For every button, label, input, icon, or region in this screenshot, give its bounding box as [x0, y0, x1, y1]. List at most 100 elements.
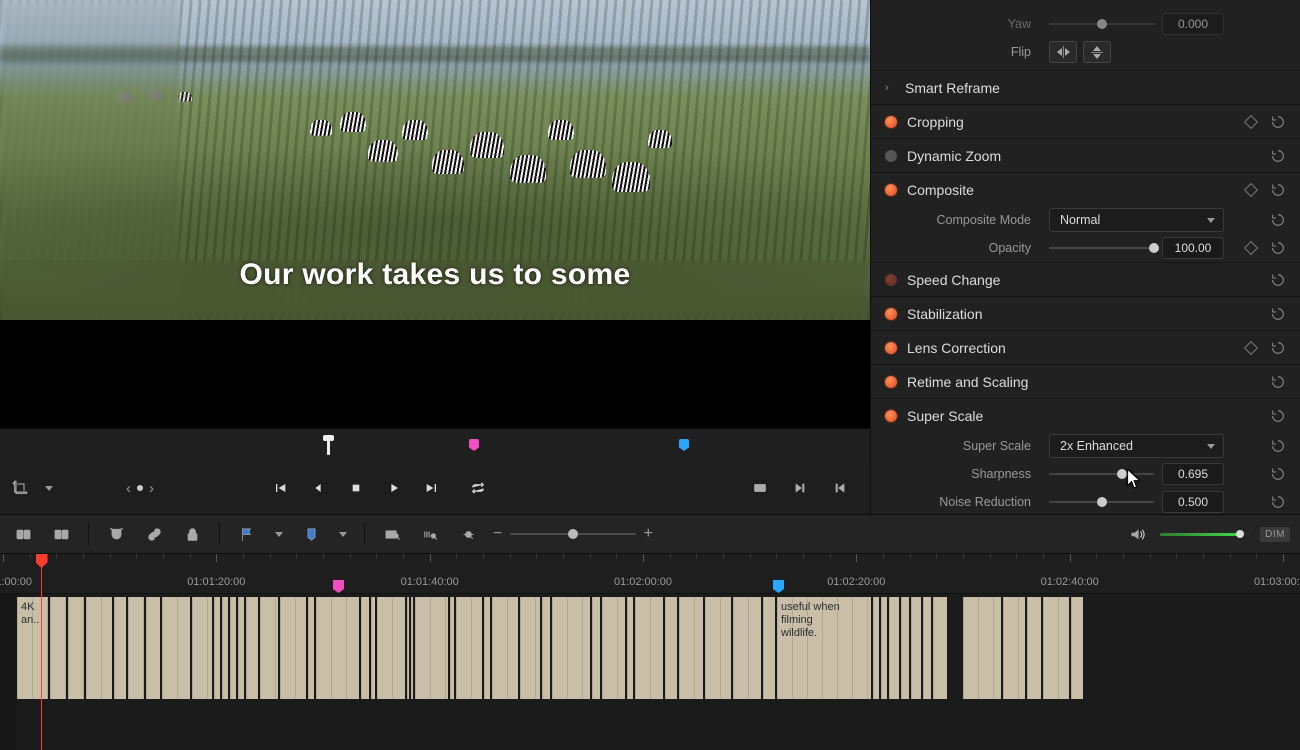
marker-blue[interactable] [679, 439, 689, 451]
clip[interactable] [455, 596, 483, 700]
noise-reduction-slider[interactable] [1049, 501, 1154, 503]
clip[interactable] [360, 596, 370, 700]
timeline-ruler[interactable]: 01:01:00:0001:01:20:0001:01:40:0001:02:0… [0, 554, 1300, 594]
clip[interactable] [900, 596, 910, 700]
clip[interactable] [519, 596, 541, 700]
dim-badge[interactable]: DIM [1260, 527, 1290, 542]
clip[interactable] [541, 596, 551, 700]
clip[interactable] [664, 596, 678, 700]
super-scale-mode-select[interactable]: 2x Enhanced [1049, 434, 1224, 458]
keyframe-icon[interactable] [1244, 182, 1258, 196]
clip[interactable] [279, 596, 307, 700]
toggle-stabilization[interactable] [885, 308, 897, 320]
step-back-button[interactable] [308, 478, 328, 498]
toggle-super-scale[interactable] [885, 410, 897, 422]
toggle-dynamic-zoom[interactable] [885, 150, 897, 162]
jump-start-button[interactable] [270, 478, 290, 498]
viewer-canvas[interactable]: Our work takes us to some [0, 0, 870, 320]
zoom-out-button[interactable]: − [493, 525, 502, 543]
section-super-scale[interactable]: Super Scale [871, 398, 1300, 432]
playhead-mini-line[interactable] [327, 437, 330, 455]
section-speed-change[interactable]: Speed Change [871, 262, 1300, 296]
clip[interactable] [307, 596, 315, 700]
clip[interactable] [127, 596, 145, 700]
clip[interactable] [634, 596, 664, 700]
toggle-lens-correction[interactable] [885, 342, 897, 354]
section-lens-correction[interactable]: Lens Correction [871, 330, 1300, 364]
clip[interactable] [315, 596, 360, 700]
track-header[interactable] [0, 594, 16, 750]
clip[interactable] [762, 596, 776, 700]
timeline-marker-blue[interactable] [773, 580, 784, 593]
playhead[interactable] [41, 554, 42, 750]
clip[interactable] [601, 596, 626, 700]
section-dynamic-zoom[interactable]: Dynamic Zoom [871, 138, 1300, 172]
reset-icon[interactable] [1270, 466, 1286, 482]
zoom-custom-button[interactable] [455, 521, 481, 547]
clip[interactable] [259, 596, 279, 700]
clip[interactable] [910, 596, 922, 700]
reset-icon[interactable] [1270, 212, 1286, 228]
clip[interactable] [880, 596, 888, 700]
clip[interactable] [145, 596, 161, 700]
stop-button[interactable] [346, 478, 366, 498]
reset-icon[interactable] [1270, 306, 1286, 322]
clip[interactable] [49, 596, 67, 700]
clip[interactable] [213, 596, 221, 700]
section-stabilization[interactable]: Stabilization [871, 296, 1300, 330]
clip[interactable] [551, 596, 591, 700]
timeline-tracks[interactable]: 4K an..useful when filming wildlife. [0, 594, 1300, 750]
sharpness-slider[interactable] [1049, 473, 1154, 475]
clip[interactable] [1070, 596, 1084, 700]
clip[interactable] [191, 596, 213, 700]
clip[interactable] [229, 596, 237, 700]
clip[interactable] [85, 596, 113, 700]
opacity-value[interactable]: 100.00 [1162, 237, 1224, 259]
clip[interactable] [245, 596, 259, 700]
zoom-detail-button[interactable] [417, 521, 443, 547]
clip[interactable] [1026, 596, 1042, 700]
toggle-cropping[interactable] [885, 116, 897, 128]
clip[interactable] [237, 596, 245, 700]
prev-clip-button[interactable] [828, 476, 852, 500]
keyframe-icon[interactable] [1244, 114, 1258, 128]
clip[interactable] [161, 596, 191, 700]
clip[interactable] [376, 596, 406, 700]
flag-button[interactable] [234, 521, 260, 547]
keyframe-icon[interactable] [1244, 241, 1258, 255]
clip[interactable]: useful when filming wildlife. [776, 596, 872, 700]
loop-button[interactable] [468, 478, 488, 498]
nav-dots[interactable]: ‹ › [126, 480, 154, 497]
toggle-retime-scaling[interactable] [885, 376, 897, 388]
clip[interactable] [678, 596, 704, 700]
flip-horizontal-button[interactable] [1049, 41, 1077, 63]
reset-icon[interactable] [1270, 272, 1286, 288]
section-smart-reframe[interactable]: › Smart Reframe [871, 70, 1300, 104]
clip[interactable] [704, 596, 732, 700]
toggle-composite[interactable] [885, 184, 897, 196]
marker-pink[interactable] [469, 439, 479, 451]
zoom-in-button[interactable]: + [644, 525, 653, 543]
snap-button[interactable] [103, 521, 129, 547]
clip[interactable] [732, 596, 762, 700]
timeline-marker-pink[interactable] [333, 580, 344, 593]
zoom-full-button[interactable] [379, 521, 405, 547]
clip[interactable] [591, 596, 601, 700]
crop-tool-dropdown[interactable] [42, 476, 56, 500]
clip[interactable] [922, 596, 932, 700]
reset-icon[interactable] [1270, 182, 1286, 198]
clip[interactable] [483, 596, 491, 700]
noise-reduction-value[interactable]: 0.500 [1162, 491, 1224, 513]
keyframe-icon[interactable] [1244, 340, 1258, 354]
zoom-slider[interactable]: − + [493, 525, 653, 543]
yaw-slider[interactable] [1049, 23, 1154, 25]
section-retime-scaling[interactable]: Retime and Scaling [871, 364, 1300, 398]
sharpness-value[interactable]: 0.695 [1162, 463, 1224, 485]
link-button[interactable] [141, 521, 167, 547]
crop-tool-button[interactable] [8, 476, 32, 500]
match-frame-button[interactable] [748, 476, 772, 500]
reset-icon[interactable] [1270, 374, 1286, 390]
next-clip-button[interactable] [788, 476, 812, 500]
section-composite[interactable]: Composite [871, 172, 1300, 206]
reset-icon[interactable] [1270, 114, 1286, 130]
